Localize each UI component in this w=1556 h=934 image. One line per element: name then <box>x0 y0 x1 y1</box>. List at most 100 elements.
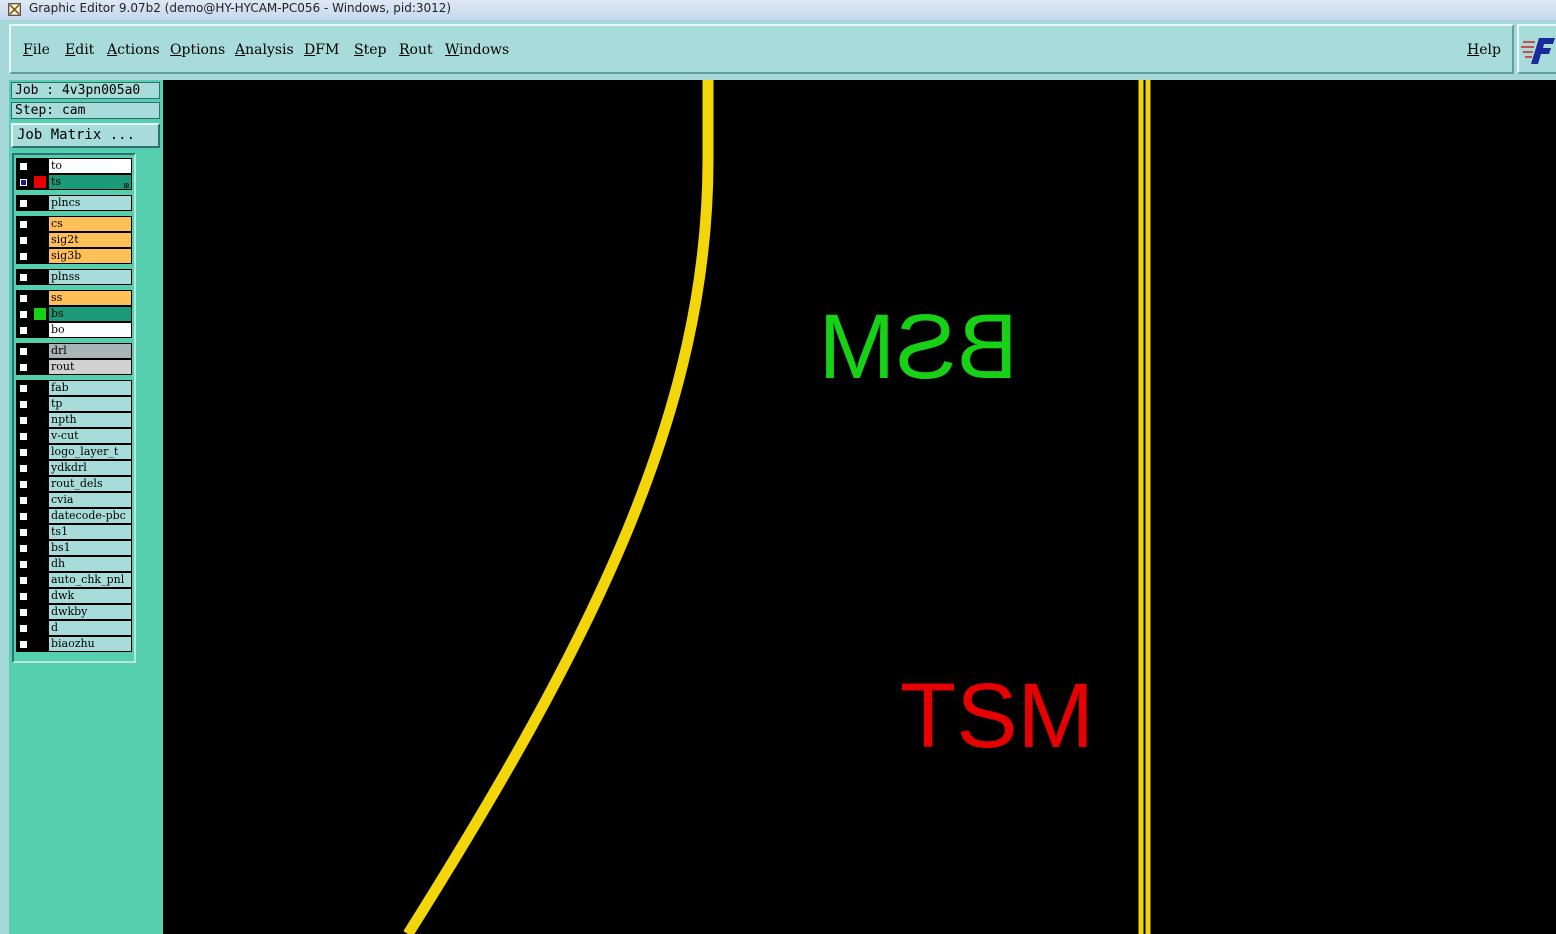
layer-name[interactable]: cs <box>48 216 132 232</box>
layer-affected-checkbox[interactable] <box>19 416 28 425</box>
layer-name[interactable]: ts ⊞ <box>48 174 132 190</box>
layer-name[interactable]: datecode-pbc <box>48 508 132 524</box>
layer-name[interactable]: bo <box>48 322 132 338</box>
layer-display-color[interactable] <box>32 306 48 322</box>
layer-affected-checkbox[interactable] <box>19 220 28 229</box>
layer-name[interactable]: auto_chk_pnl <box>48 572 132 588</box>
layer-row-drl[interactable]: drl <box>16 343 132 359</box>
layer-row-datecode-pbc[interactable]: datecode-pbc <box>16 508 132 524</box>
menu-dfm[interactable]: DFM <box>304 42 339 58</box>
menu-file[interactable]: File <box>23 42 50 58</box>
layer-display-color[interactable] <box>32 216 48 232</box>
layer-row-cs[interactable]: cs <box>16 216 132 232</box>
layer-affected-checkbox[interactable] <box>19 384 28 393</box>
layer-display-color[interactable] <box>32 232 48 248</box>
layer-name[interactable]: dh <box>48 556 132 572</box>
layer-name[interactable]: bs1 <box>48 540 132 556</box>
app-icon[interactable] <box>8 3 21 16</box>
layer-name[interactable]: bs <box>48 306 132 322</box>
layer-row-bo[interactable]: bo <box>16 322 132 338</box>
layer-name[interactable]: d <box>48 620 132 636</box>
layer-name[interactable]: rout_dels <box>48 476 132 492</box>
layer-name[interactable]: fab <box>48 380 132 396</box>
layer-row-sig2t[interactable]: sig2t <box>16 232 132 248</box>
layer-name[interactable]: to <box>48 158 132 174</box>
layer-affected-checkbox[interactable] <box>19 162 28 171</box>
layer-affected-checkbox[interactable] <box>19 560 28 569</box>
layer-name[interactable]: ydkdrl <box>48 460 132 476</box>
layer-display-color[interactable] <box>32 508 48 524</box>
layer-name[interactable]: rout <box>48 359 132 375</box>
layer-display-color[interactable] <box>32 620 48 636</box>
menu-analysis[interactable]: Analysis <box>235 42 294 58</box>
layer-row-d[interactable]: d <box>16 620 132 636</box>
layer-row-npth[interactable]: npth <box>16 412 132 428</box>
layer-affected-checkbox[interactable] <box>19 576 28 585</box>
layer-row-fab[interactable]: fab <box>16 380 132 396</box>
layer-display-color[interactable] <box>32 540 48 556</box>
layer-affected-checkbox[interactable] <box>19 326 28 335</box>
layer-row-rout_dels[interactable]: rout_dels <box>16 476 132 492</box>
layer-name[interactable]: biaozhu <box>48 636 132 652</box>
layer-name[interactable]: logo_layer_t <box>48 444 132 460</box>
layer-row-ts1[interactable]: ts1 <box>16 524 132 540</box>
layer-affected-checkbox[interactable] <box>19 347 28 356</box>
menu-rout[interactable]: Rout <box>399 42 433 58</box>
layer-row-plncs[interactable]: plncs <box>16 195 132 211</box>
layer-name[interactable]: plnss <box>48 269 132 285</box>
layer-affected-checkbox[interactable] <box>19 178 28 187</box>
layer-row-dwkby[interactable]: dwkby <box>16 604 132 620</box>
layer-display-color[interactable] <box>32 158 48 174</box>
layer-row-logo_layer_t[interactable]: logo_layer_t <box>16 444 132 460</box>
layer-row-biaozhu[interactable]: biaozhu <box>16 636 132 652</box>
layer-row-auto_chk_pnl[interactable]: auto_chk_pnl <box>16 572 132 588</box>
layer-display-color[interactable] <box>32 428 48 444</box>
layer-affected-checkbox[interactable] <box>19 608 28 617</box>
layer-name[interactable]: drl <box>48 343 132 359</box>
layer-display-color[interactable] <box>32 588 48 604</box>
layer-display-color[interactable] <box>32 269 48 285</box>
layer-affected-checkbox[interactable] <box>19 512 28 521</box>
layer-row-bs[interactable]: bs <box>16 306 132 322</box>
layer-affected-checkbox[interactable] <box>19 640 28 649</box>
layer-affected-checkbox[interactable] <box>19 363 28 372</box>
layer-row-v-cut[interactable]: v-cut <box>16 428 132 444</box>
layer-row-plnss[interactable]: plnss <box>16 269 132 285</box>
layer-name[interactable]: dwkby <box>48 604 132 620</box>
layer-name[interactable]: dwk <box>48 588 132 604</box>
layer-name[interactable]: sig3b <box>48 248 132 264</box>
layer-display-color[interactable] <box>32 359 48 375</box>
layer-affected-checkbox[interactable] <box>19 592 28 601</box>
menu-windows[interactable]: Windows <box>445 42 509 58</box>
menu-actions[interactable]: Actions <box>107 42 160 58</box>
menu-step[interactable]: Step <box>354 42 386 58</box>
layer-display-color[interactable] <box>32 636 48 652</box>
job-matrix-button[interactable]: Job Matrix ... <box>11 123 160 148</box>
menu-edit[interactable]: Edit <box>65 42 94 58</box>
layer-display-color[interactable] <box>32 444 48 460</box>
layer-name[interactable]: v-cut <box>48 428 132 444</box>
layer-display-color[interactable] <box>32 460 48 476</box>
layer-row-cvia[interactable]: cvia <box>16 492 132 508</box>
layer-affected-checkbox[interactable] <box>19 448 28 457</box>
layer-display-color[interactable] <box>32 380 48 396</box>
layer-name[interactable]: plncs <box>48 195 132 211</box>
layer-display-color[interactable] <box>32 174 48 190</box>
layer-affected-checkbox[interactable] <box>19 544 28 553</box>
layer-name[interactable]: ts1 <box>48 524 132 540</box>
layer-affected-checkbox[interactable] <box>19 480 28 489</box>
layer-display-color[interactable] <box>32 290 48 306</box>
layer-affected-checkbox[interactable] <box>19 199 28 208</box>
layer-name[interactable]: cvia <box>48 492 132 508</box>
layer-name[interactable]: tp <box>48 396 132 412</box>
layer-affected-checkbox[interactable] <box>19 400 28 409</box>
layer-affected-checkbox[interactable] <box>19 624 28 633</box>
layer-display-color[interactable] <box>32 476 48 492</box>
layer-row-tp[interactable]: tp <box>16 396 132 412</box>
layer-affected-checkbox[interactable] <box>19 464 28 473</box>
layer-affected-checkbox[interactable] <box>19 496 28 505</box>
layer-row-rout[interactable]: rout <box>16 359 132 375</box>
layer-affected-checkbox[interactable] <box>19 294 28 303</box>
layer-affected-checkbox[interactable] <box>19 310 28 319</box>
layer-display-color[interactable] <box>32 322 48 338</box>
